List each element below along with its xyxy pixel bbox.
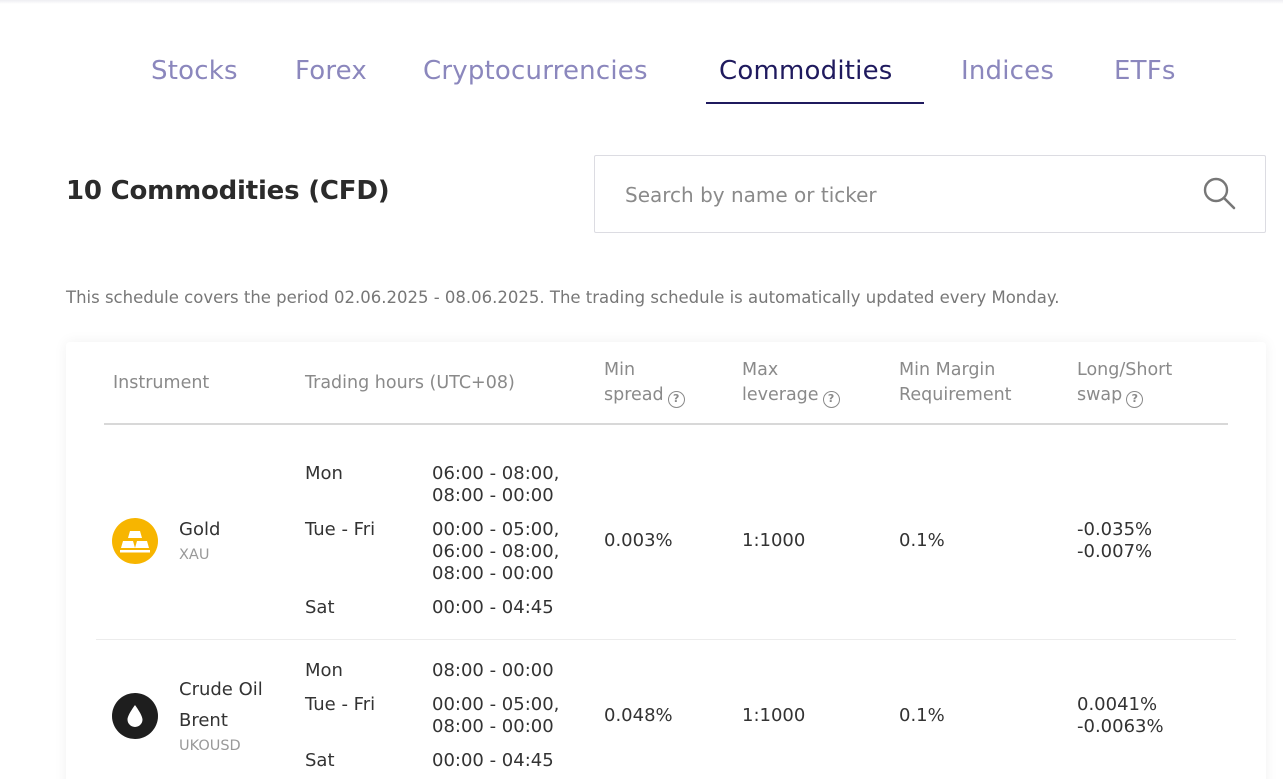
swap-short-value: -0.0063% xyxy=(1077,716,1164,737)
tab-stocks[interactable]: Stocks xyxy=(151,56,238,86)
time-range: 00:00 - 04:45 xyxy=(432,750,554,771)
tab-commodities[interactable]: Commodities xyxy=(719,56,893,86)
header-divider xyxy=(104,423,1228,425)
day-label: Mon xyxy=(305,660,343,681)
header-swap-line1: Long/Short xyxy=(1077,360,1173,380)
active-tab-indicator xyxy=(706,102,924,104)
time-range: 00:00 - 05:00, xyxy=(432,694,560,715)
top-shadow xyxy=(0,0,1283,4)
page-title: 10 Commodities (CFD) xyxy=(66,176,390,206)
time-range: 08:00 - 00:00 xyxy=(432,660,554,681)
instrument-name-line2[interactable]: Brent xyxy=(179,705,228,736)
header-min-margin-line1: Min Margin xyxy=(899,360,996,380)
header-min-spread-line2: spread xyxy=(604,385,664,405)
search-box xyxy=(594,155,1266,233)
header-trading-hours: Trading hours (UTC+08) xyxy=(305,373,515,393)
min-spread-value: 0.048% xyxy=(604,705,673,726)
time-range: 08:00 - 00:00 xyxy=(432,716,554,737)
swap-short-value: -0.007% xyxy=(1077,541,1153,562)
schedule-note: This schedule covers the period 02.06.20… xyxy=(66,288,1060,307)
tab-cryptocurrencies[interactable]: Cryptocurrencies xyxy=(423,56,648,86)
search-icon[interactable] xyxy=(1202,176,1236,210)
min-spread-value: 0.003% xyxy=(604,530,673,551)
category-tabs: Stocks Forex Cryptocurrencies Commoditie… xyxy=(0,56,1283,106)
day-label: Sat xyxy=(305,750,335,771)
time-range: 06:00 - 08:00, xyxy=(432,463,560,484)
tab-indices[interactable]: Indices xyxy=(961,56,1054,86)
header-swap-line2: swap xyxy=(1077,385,1123,405)
tab-etfs[interactable]: ETFs xyxy=(1114,56,1176,86)
min-margin-value: 0.1% xyxy=(899,530,945,551)
time-range: 08:00 - 00:00 xyxy=(432,563,554,584)
header-min-margin-line2: Requirement xyxy=(899,385,1012,405)
day-label: Tue - Fri xyxy=(305,694,376,715)
search-input[interactable] xyxy=(625,178,1185,212)
min-margin-value: 0.1% xyxy=(899,705,945,726)
instrument-ticker: XAU xyxy=(179,547,210,563)
time-range: 06:00 - 08:00, xyxy=(432,541,560,562)
header-min-spread: Min spread? xyxy=(604,358,685,408)
day-label: Sat xyxy=(305,597,335,618)
time-range: 00:00 - 05:00, xyxy=(432,519,560,540)
time-range: 00:00 - 04:45 xyxy=(432,597,554,618)
day-label: Mon xyxy=(305,463,343,484)
header-max-leverage: Max leverage? xyxy=(742,358,840,408)
header-instrument: Instrument xyxy=(113,373,210,393)
swap-long-value: 0.0041% xyxy=(1077,694,1158,715)
gold-bars-icon xyxy=(112,518,158,564)
row-divider xyxy=(96,639,1236,640)
time-range: 08:00 - 00:00 xyxy=(432,485,554,506)
tab-forex[interactable]: Forex xyxy=(295,56,367,86)
swap-long-value: -0.035% xyxy=(1077,519,1153,540)
header-max-leverage-line2: leverage xyxy=(742,385,819,405)
header-min-margin: Min Margin Requirement xyxy=(899,358,1012,408)
header-max-leverage-line1: Max xyxy=(742,360,779,380)
instrument-name[interactable]: Gold xyxy=(179,519,220,541)
max-leverage-value: 1:1000 xyxy=(742,705,806,726)
help-icon[interactable]: ? xyxy=(822,391,840,408)
help-icon[interactable]: ? xyxy=(667,391,685,408)
instrument-name-line1[interactable]: Crude Oil xyxy=(179,674,263,705)
day-label: Tue - Fri xyxy=(305,519,376,540)
oil-drop-icon xyxy=(112,693,158,739)
help-icon[interactable]: ? xyxy=(1126,391,1144,408)
max-leverage-value: 1:1000 xyxy=(742,530,806,551)
instrument-ticker: UKOUSD xyxy=(179,738,241,754)
header-min-spread-line1: Min xyxy=(604,360,636,380)
header-swap: Long/Short swap? xyxy=(1077,358,1172,408)
